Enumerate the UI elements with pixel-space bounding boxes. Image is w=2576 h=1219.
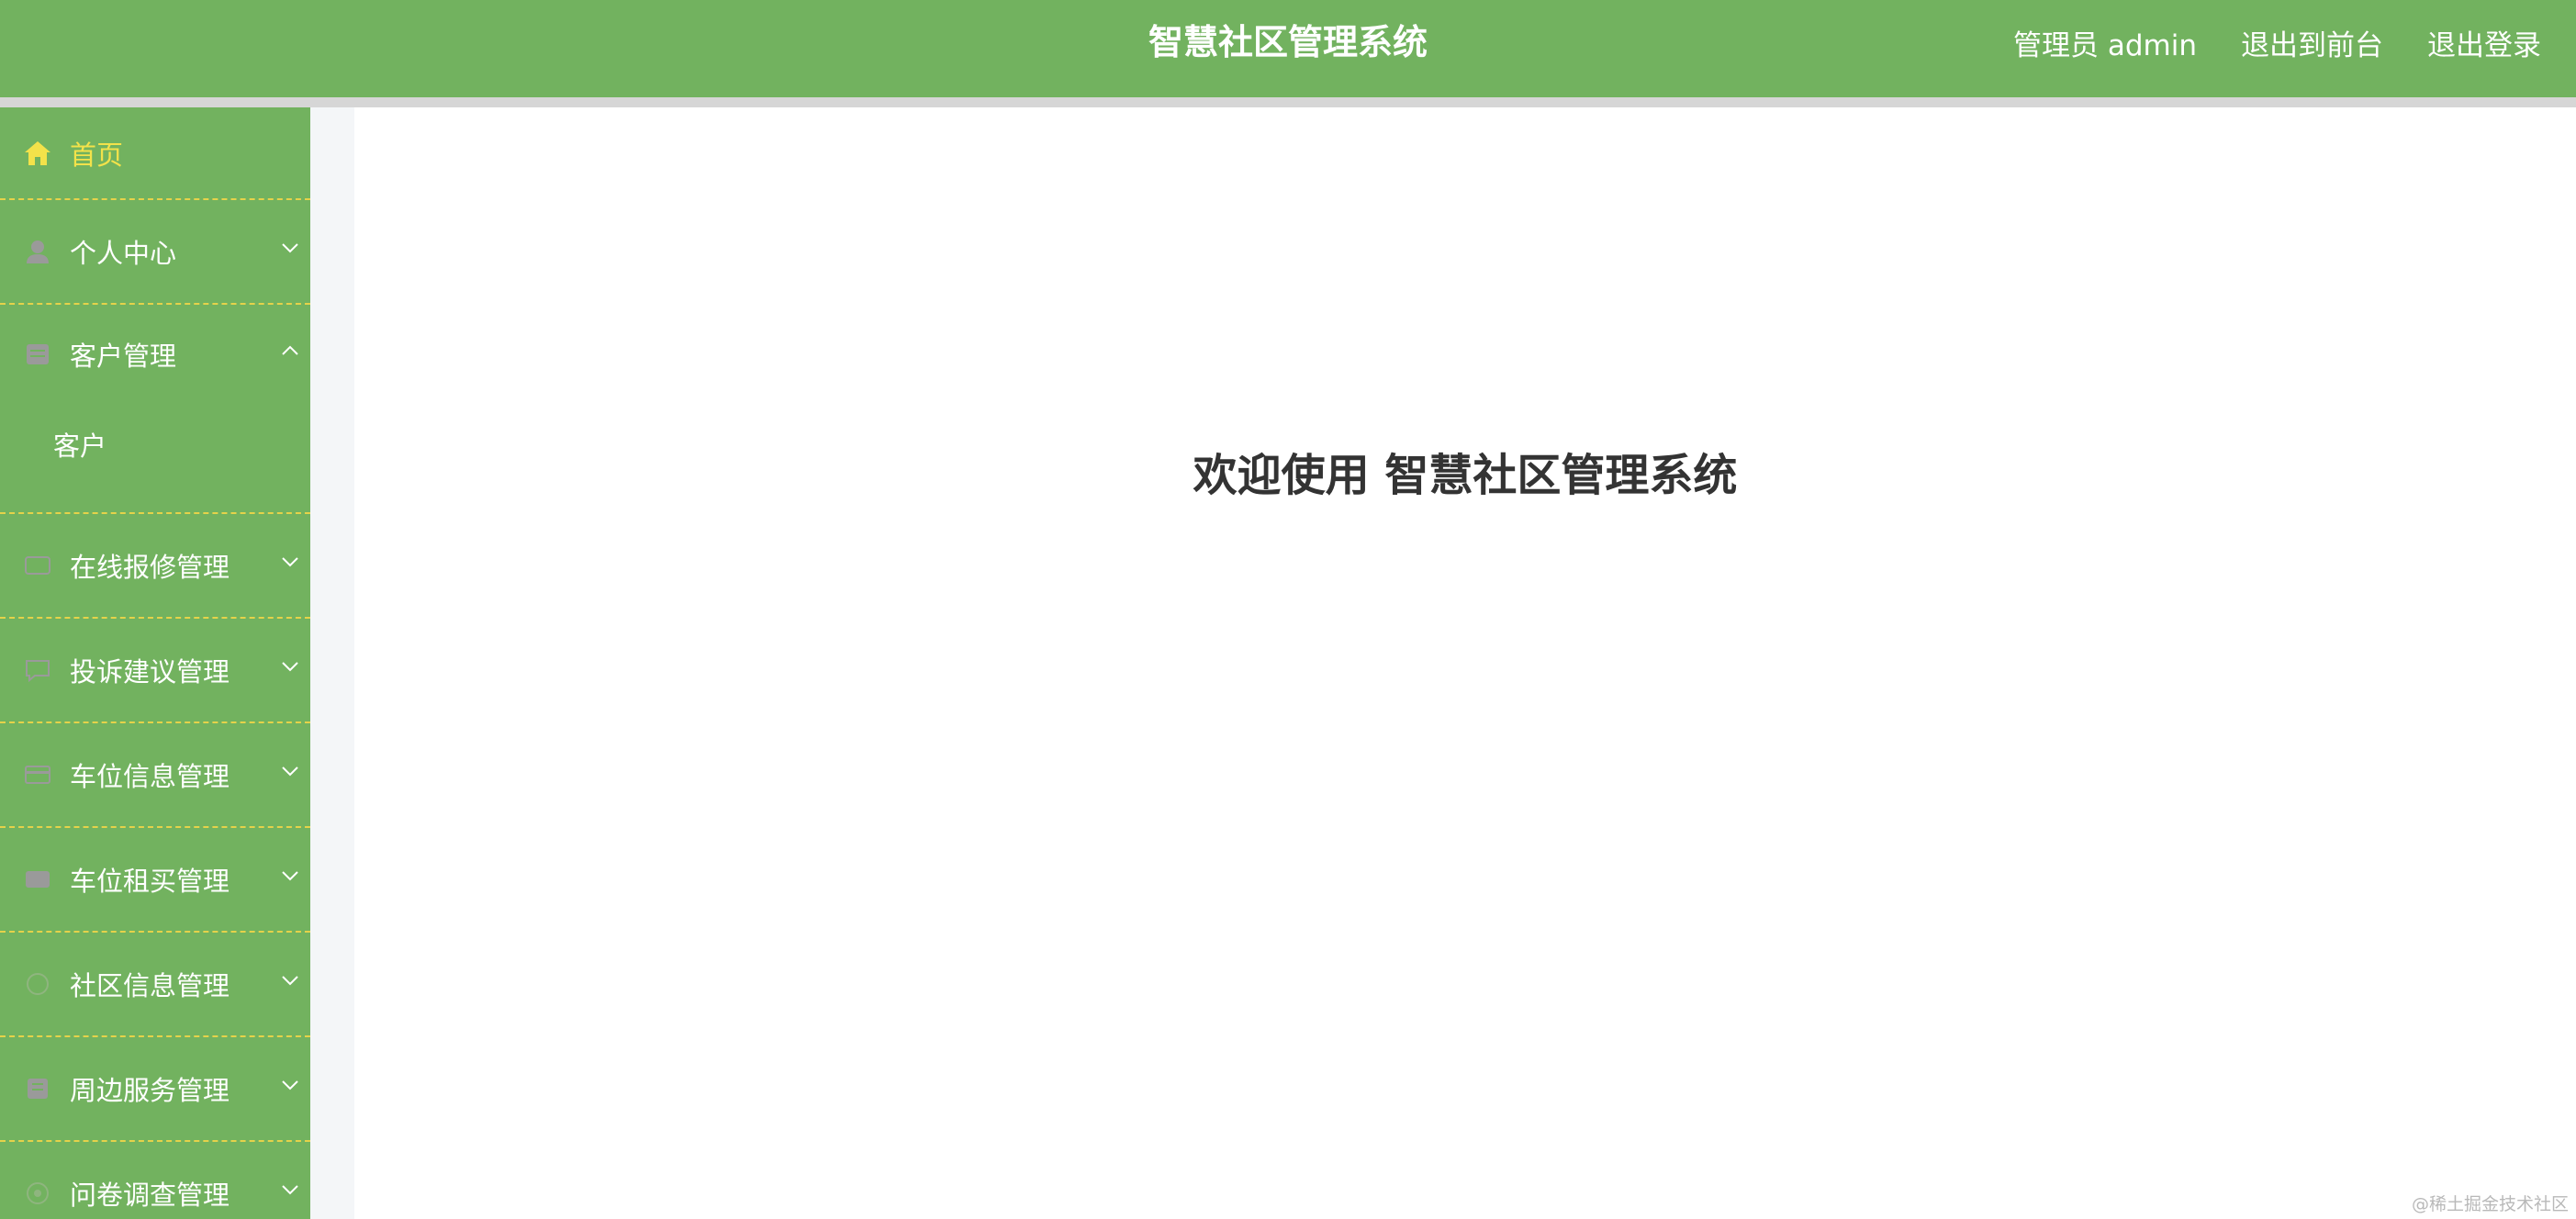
parking-icon [22,760,53,789]
sidebar-item-label: 首页 [70,139,124,171]
survey-icon [22,1179,53,1208]
sidebar-item-label: 在线报修管理 [70,552,230,583]
header-links: 管理员 admin 退出到前台 退出登录 [1969,0,2541,84]
sidebar-item-complaints[interactable]: 投诉建议管理 [0,619,310,723]
sidebar-item-label: 社区信息管理 [70,970,230,1001]
welcome-heading: 欢迎使用 智慧社区管理系统 [1193,450,1738,501]
chevron-down-icon [279,969,301,991]
chevron-up-icon [279,340,301,362]
header-divider [0,97,2576,107]
sidebar-item-survey[interactable]: 问卷调查管理 [0,1142,310,1219]
chevron-down-icon [279,1179,301,1201]
watermark: @稀土掘金技术社区 [2411,1194,2569,1214]
submenu-item-customer[interactable]: 客户 [0,403,310,486]
chevron-down-icon [279,760,301,782]
admin-user-link[interactable]: 管理员 admin [2013,22,2197,63]
sidebar-item-parking-info[interactable]: 车位信息管理 [0,723,310,828]
exit-to-frontend-link[interactable]: 退出到前台 [2241,22,2383,63]
chevron-down-icon [279,655,301,677]
customer-icon [22,340,53,369]
sidebar-item-parking-rent[interactable]: 车位租买管理 [0,828,310,933]
chevron-down-icon [279,865,301,887]
sidebar-item-label: 投诉建议管理 [70,656,230,688]
repair-icon [22,551,53,580]
user-icon [22,237,53,266]
sidebar-item-label: 客户管理 [70,340,177,372]
chevron-down-icon [279,1074,301,1096]
sidebar-item-nearby-services[interactable]: 周边服务管理 [0,1037,310,1142]
sidebar-item-label: 车位租买管理 [70,866,230,897]
home-icon [22,139,53,168]
top-header: 智慧社区管理系统 管理员 admin 退出到前台 退出登录 [0,0,2576,97]
sidebar-item-customer-management[interactable]: 客户管理 [0,305,310,403]
chevron-down-icon [279,551,301,573]
logout-link[interactable]: 退出登录 [2427,22,2541,63]
sidebar: 首页 个人中心 客户管理 客户 在线报修管理 投诉建议管理 车位信息管理 车位租… [0,107,310,1219]
complaint-icon [22,655,53,685]
sidebar-item-online-repair[interactable]: 在线报修管理 [0,514,310,619]
customer-submenu: 客户 [0,403,310,514]
sidebar-item-label: 周边服务管理 [70,1075,230,1106]
sidebar-item-community-info[interactable]: 社区信息管理 [0,933,310,1037]
sidebar-item-home[interactable]: 首页 [0,107,310,200]
sidebar-item-personal-center[interactable]: 个人中心 [0,200,310,305]
rent-icon [22,865,53,894]
sidebar-item-label: 问卷调查管理 [70,1180,230,1211]
submenu-item-label: 客户 [53,431,107,462]
content-gutter [310,107,354,1219]
sidebar-item-label: 车位信息管理 [70,761,230,792]
chevron-down-icon [279,237,301,259]
community-icon [22,969,53,999]
sidebar-item-label: 个人中心 [70,238,177,269]
service-icon [22,1074,53,1103]
